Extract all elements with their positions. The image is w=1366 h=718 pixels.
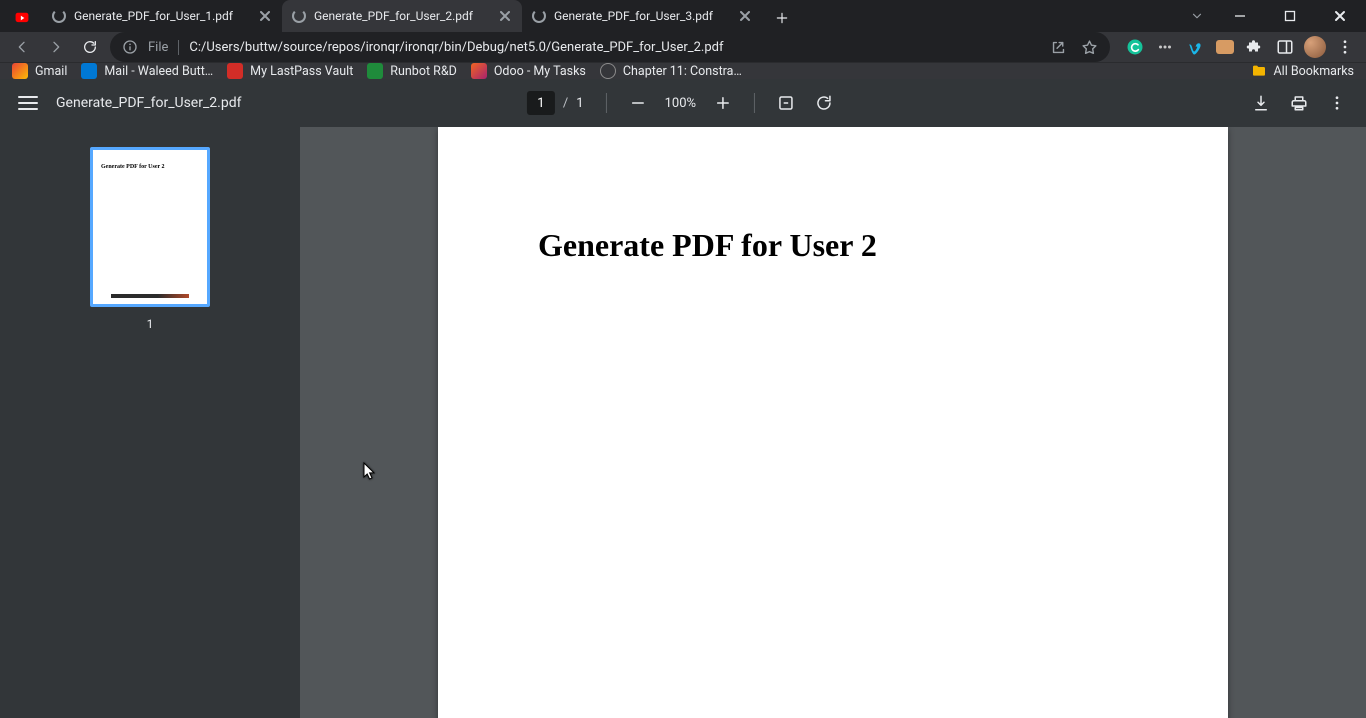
- download-button[interactable]: [1246, 88, 1276, 118]
- tab-title: Generate_PDF_for_User_3.pdf: [554, 9, 730, 23]
- bookmark-item[interactable]: Chapter 11: Constra…: [600, 63, 742, 79]
- page-number-input[interactable]: [527, 91, 555, 115]
- bookmark-label: Chapter 11: Constra…: [623, 64, 742, 79]
- lastpass-extension-icon[interactable]: [1152, 34, 1178, 60]
- address-bar[interactable]: File C:/Users/buttw/source/repos/ironqr/…: [110, 32, 1110, 62]
- back-button[interactable]: [8, 33, 36, 61]
- url-text: C:/Users/buttw/source/repos/ironqr/ironq…: [189, 40, 723, 55]
- bookmark-item[interactable]: Odoo - My Tasks: [471, 63, 586, 79]
- url-scheme: File: [148, 40, 179, 55]
- bookmark-item[interactable]: My LastPass Vault: [227, 63, 353, 79]
- youtube-icon[interactable]: [6, 4, 38, 32]
- thumbnail-text: Generate PDF for User 2: [93, 150, 207, 170]
- toolbar-divider: [606, 93, 607, 113]
- minimize-window-button[interactable]: [1218, 2, 1262, 30]
- gmail-icon: [12, 63, 28, 79]
- outlook-icon: [81, 63, 97, 79]
- close-tab-button[interactable]: [498, 9, 512, 23]
- zoom-in-button[interactable]: [708, 88, 738, 118]
- bookmark-label: Mail - Waleed Butt…: [104, 64, 213, 79]
- marmot-extension-icon[interactable]: [1212, 34, 1238, 60]
- site-info-icon[interactable]: [122, 39, 138, 55]
- total-pages: 1: [576, 96, 583, 111]
- bookmark-label: Gmail: [35, 64, 67, 79]
- browser-tab[interactable]: Generate_PDF_for_User_2.pdf: [282, 0, 522, 32]
- document-title: Generate_PDF_for_User_2.pdf: [56, 95, 241, 111]
- browser-tab[interactable]: Generate_PDF_for_User_1.pdf: [42, 0, 282, 32]
- close-tab-button[interactable]: [738, 9, 752, 23]
- forward-button[interactable]: [42, 33, 70, 61]
- zoom-out-button[interactable]: [623, 88, 653, 118]
- tab-search-button[interactable]: [1182, 9, 1212, 23]
- page-heading: Generate PDF for User 2: [538, 227, 1128, 264]
- rotate-button[interactable]: [809, 88, 839, 118]
- bookmark-label: My LastPass Vault: [250, 64, 353, 79]
- bookmark-label: Odoo - My Tasks: [494, 64, 586, 79]
- tab-title: Generate_PDF_for_User_2.pdf: [314, 9, 490, 23]
- hamburger-menu-icon[interactable]: [16, 91, 40, 115]
- loading-spinner-icon: [532, 9, 546, 23]
- toolbar-divider: [754, 93, 755, 113]
- lastpass-icon: [227, 63, 243, 79]
- thumbnail-footer-bar: [111, 294, 189, 298]
- browser-tab[interactable]: Generate_PDF_for_User_3.pdf: [522, 0, 762, 32]
- page-thumbnail[interactable]: Generate PDF for User 2: [90, 147, 210, 307]
- bookmarks-bar: Gmail Mail - Waleed Butt… My LastPass Va…: [0, 62, 1366, 79]
- viewer-menu-button[interactable]: [1322, 88, 1352, 118]
- maximize-window-button[interactable]: [1268, 2, 1312, 30]
- bookmark-item[interactable]: Gmail: [12, 63, 67, 79]
- new-tab-button[interactable]: [768, 4, 796, 32]
- close-tab-button[interactable]: [258, 9, 272, 23]
- share-icon[interactable]: [1050, 39, 1067, 56]
- page-scroll-area[interactable]: Generate PDF for User 2: [300, 127, 1366, 718]
- bookmark-item[interactable]: Runbot R&D: [367, 63, 457, 79]
- runbot-icon: [367, 63, 383, 79]
- thumbnail-panel: Generate PDF for User 2 1: [0, 127, 300, 718]
- tab-title: Generate_PDF_for_User_1.pdf: [74, 9, 250, 23]
- extensions-puzzle-icon[interactable]: [1242, 34, 1268, 60]
- odoo-icon: [471, 63, 487, 79]
- zoom-level: 100%: [661, 96, 700, 111]
- all-bookmarks-button[interactable]: All Bookmarks: [1251, 63, 1355, 79]
- thumbnail-page-label: 1: [147, 317, 154, 331]
- pdf-page: Generate PDF for User 2: [438, 127, 1228, 718]
- reload-button[interactable]: [76, 33, 104, 61]
- close-window-button[interactable]: [1318, 2, 1362, 30]
- bookmark-item[interactable]: Mail - Waleed Butt…: [81, 63, 213, 79]
- profile-avatar[interactable]: [1302, 34, 1328, 60]
- bookmark-label: Runbot R&D: [390, 64, 457, 79]
- grammarly-extension-icon[interactable]: [1122, 34, 1148, 60]
- folder-icon: [1251, 63, 1267, 79]
- fit-to-page-button[interactable]: [771, 88, 801, 118]
- side-panel-icon[interactable]: [1272, 34, 1298, 60]
- print-button[interactable]: [1284, 88, 1314, 118]
- loading-spinner-icon: [52, 9, 66, 23]
- vimeo-extension-icon[interactable]: [1182, 34, 1208, 60]
- generic-page-icon: [600, 63, 616, 79]
- loading-spinner-icon: [292, 9, 306, 23]
- bookmark-star-icon[interactable]: [1081, 39, 1098, 56]
- all-bookmarks-label: All Bookmarks: [1274, 64, 1355, 79]
- page-separator: /: [563, 96, 568, 111]
- chrome-menu-button[interactable]: [1332, 34, 1358, 60]
